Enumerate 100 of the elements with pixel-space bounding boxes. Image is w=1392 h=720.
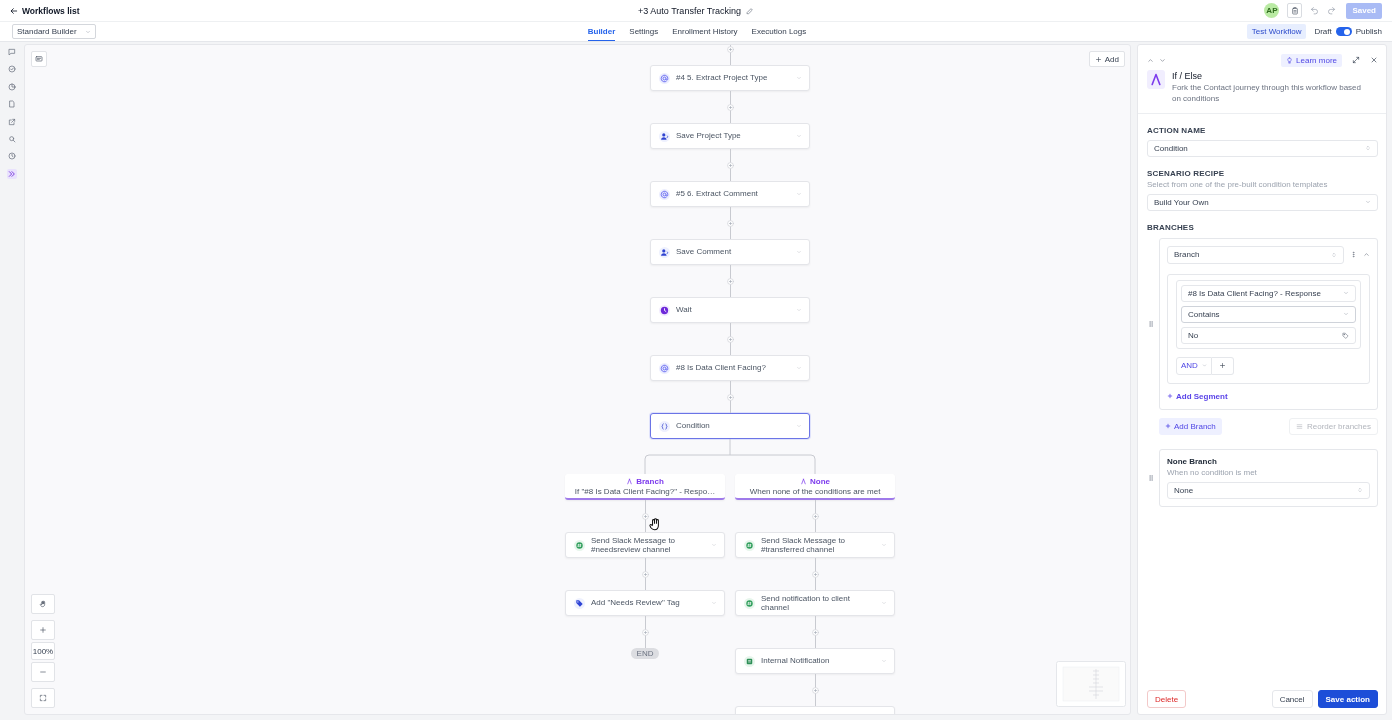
plus-circle-icon[interactable] [726, 161, 734, 169]
chat-bubble-icon[interactable] [7, 47, 17, 57]
expand-icon[interactable] [1352, 56, 1360, 64]
redo-icon[interactable] [1327, 6, 1337, 15]
plus-circle-icon[interactable] [726, 393, 734, 401]
workflow-step-node[interactable]: Save Project Type [650, 123, 810, 149]
chevron-up-icon[interactable] [1147, 56, 1154, 64]
save-action-button[interactable]: Save action [1317, 690, 1378, 708]
workflow-step-node[interactable]: Send Slack Message to #transferred channel [735, 532, 895, 558]
branch-condition: If "#8 Is Data Client Facing?" - Respo… [574, 486, 716, 496]
zoom-out-button[interactable] [31, 662, 55, 682]
value-input[interactable]: No [1181, 326, 1356, 344]
workflow-step-node[interactable]: Save Comment [650, 239, 810, 265]
chevron-down-icon [1343, 290, 1349, 297]
add-branch-button[interactable]: Add Branch [1159, 417, 1222, 435]
help-text: Select from one of the pre-built condition templates [1147, 179, 1329, 189]
tab[interactable]: Settings [629, 22, 659, 41]
pie-chart-icon[interactable] [7, 81, 17, 92]
comment-button[interactable] [31, 51, 47, 67]
plus-circle-icon[interactable] [726, 335, 734, 343]
history-icon[interactable] [7, 151, 17, 162]
step-label: #8 Is Data Client Facing? [676, 363, 767, 373]
chevron-down-icon[interactable] [1159, 56, 1166, 64]
plus-circle-icon[interactable] [641, 512, 649, 520]
minus-icon [39, 668, 47, 676]
workflow-step-node[interactable]: #8 Is Data Client Facing? [650, 355, 810, 381]
publish-toggle[interactable] [1335, 27, 1352, 36]
workflow-step-node[interactable]: Condition [650, 413, 810, 439]
tab[interactable]: Execution Logs [751, 22, 807, 41]
workflow-step-node[interactable]: Send notification to client channel [735, 590, 895, 616]
comment-icon [35, 55, 43, 63]
branch-name-select[interactable]: Branch [1167, 245, 1344, 264]
workflow-step-node[interactable]: Wait [650, 297, 810, 323]
plus-circle-icon[interactable] [811, 628, 819, 636]
user-avatar[interactable]: AP [1264, 3, 1280, 18]
plus-circle-icon[interactable] [726, 103, 734, 111]
zoom-in-button[interactable] [31, 620, 55, 640]
plus-circle-icon[interactable] [641, 628, 649, 636]
add-button[interactable]: Add [1088, 51, 1125, 67]
workflow-step-node[interactable]: Send Slack Message to #needsreview channel [565, 532, 725, 558]
plus-circle-icon[interactable] [641, 570, 649, 578]
workflow-step-node[interactable]: Internal Notification [735, 648, 895, 674]
branch-header[interactable]: Branch If "#8 Is Data Client Facing?" - Respo… [565, 474, 725, 500]
external-link-icon[interactable] [7, 116, 17, 127]
pan-button[interactable] [31, 594, 55, 614]
cancel-button[interactable]: Cancel [1271, 690, 1313, 708]
workflow-icon[interactable] [7, 168, 17, 179]
note-icon [744, 655, 755, 667]
chevron-down-icon [84, 28, 91, 35]
braces-icon [659, 420, 670, 432]
document-icon[interactable] [7, 99, 17, 110]
none-branch-description: When no condition is met [1167, 467, 1258, 477]
person-icon [659, 246, 670, 258]
plus-circle-icon[interactable] [726, 277, 734, 285]
drag-handle-icon[interactable] [1147, 472, 1155, 483]
workflow-step-node[interactable]: #4 5. Extract Project Type [650, 65, 810, 91]
builder-select[interactable]: Standard Builder [12, 24, 96, 39]
plus-icon [1094, 55, 1102, 63]
branch-header[interactable]: None When none of the conditions are met [735, 474, 895, 500]
fork-icon [800, 477, 807, 485]
plus-circle-icon[interactable] [811, 512, 819, 520]
drag-handle-icon[interactable] [1147, 318, 1155, 329]
plus-circle-icon[interactable] [811, 686, 819, 694]
joiner-select[interactable]: AND [1176, 356, 1212, 375]
tag-icon[interactable] [1342, 331, 1349, 339]
plus-circle-icon[interactable] [811, 570, 819, 578]
workflow-step-node[interactable]: #5 6. Extract Comment [650, 181, 810, 207]
add-segment-link[interactable]: Add Segment [1167, 391, 1370, 401]
none-branch-title: None Branch [1167, 456, 1218, 466]
search-icon[interactable] [7, 133, 17, 144]
operator-select[interactable]: Contains [1181, 305, 1356, 323]
learn-more-link[interactable]: Learn more [1281, 53, 1342, 67]
action-name-select[interactable]: Condition [1147, 139, 1378, 157]
add-condition-button[interactable] [1212, 356, 1234, 375]
field-select[interactable]: #8 Is Data Client Facing? - Response [1181, 284, 1356, 302]
step-label: Save Comment [676, 247, 733, 257]
minimap[interactable] [1056, 661, 1126, 707]
section-label: BRANCHES [1147, 222, 1195, 232]
fit-view-button[interactable] [31, 688, 55, 708]
at-sign-icon [659, 72, 670, 84]
pencil-icon[interactable] [745, 6, 754, 15]
plus-circle-icon[interactable] [726, 219, 734, 227]
plus-circle-icon[interactable] [726, 45, 734, 53]
check-circle-icon[interactable] [7, 64, 17, 75]
tab[interactable]: Enrollment History [672, 22, 738, 41]
delete-button[interactable]: Delete [1147, 690, 1187, 708]
undo-icon[interactable] [1310, 6, 1320, 15]
none-branch-select[interactable]: None [1167, 481, 1370, 499]
hash-icon [744, 539, 755, 551]
test-workflow-button[interactable]: Test Workflow [1246, 24, 1307, 39]
clipboard-button[interactable] [1287, 3, 1303, 18]
more-vertical-icon[interactable] [1350, 251, 1357, 259]
hash-icon [744, 597, 755, 609]
workflow-step-node[interactable]: Add "Needs Review" Tag [565, 590, 725, 616]
tab[interactable]: Builder [587, 22, 616, 41]
chevron-up-icon[interactable] [1363, 251, 1370, 259]
back-link[interactable]: Workflows list [10, 5, 80, 16]
close-icon[interactable] [1370, 56, 1378, 64]
scenario-recipe-select[interactable]: Build Your Own [1147, 193, 1378, 211]
branch-title: None [810, 476, 830, 486]
